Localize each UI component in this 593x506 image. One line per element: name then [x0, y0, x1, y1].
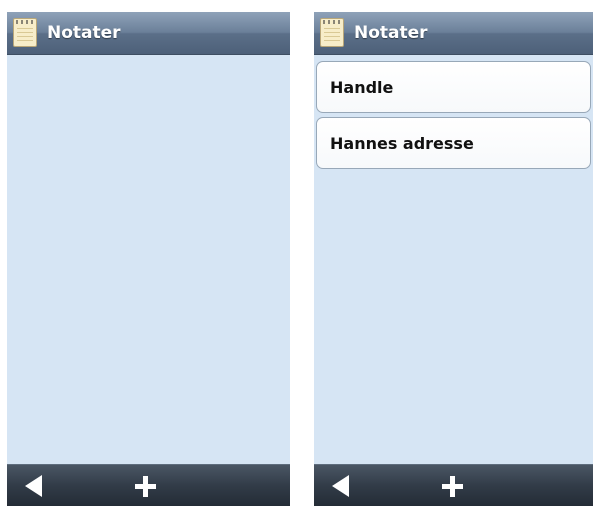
notepad-icon: [13, 18, 37, 47]
back-button[interactable]: [320, 471, 364, 503]
note-list-item[interactable]: Hannes adresse: [316, 117, 591, 169]
notepad-icon: [320, 18, 344, 47]
title-bar: Notater: [314, 12, 593, 55]
back-arrow-icon: [25, 475, 42, 497]
app-title: Notater: [47, 23, 121, 43]
back-button[interactable]: [13, 471, 57, 503]
app-title: Notater: [354, 23, 428, 43]
add-note-button[interactable]: [430, 470, 476, 504]
notes-screen-empty: Notater: [7, 12, 290, 506]
back-arrow-icon: [332, 475, 349, 497]
bottom-toolbar: [314, 464, 593, 506]
note-list-item[interactable]: Handle: [316, 61, 591, 113]
title-bar: Notater: [7, 12, 290, 55]
add-note-button[interactable]: [123, 470, 169, 504]
notes-screen-populated: Notater Handle Hannes adresse: [314, 12, 593, 506]
bottom-toolbar: [7, 464, 290, 506]
note-list: Handle Hannes adresse: [314, 60, 593, 173]
